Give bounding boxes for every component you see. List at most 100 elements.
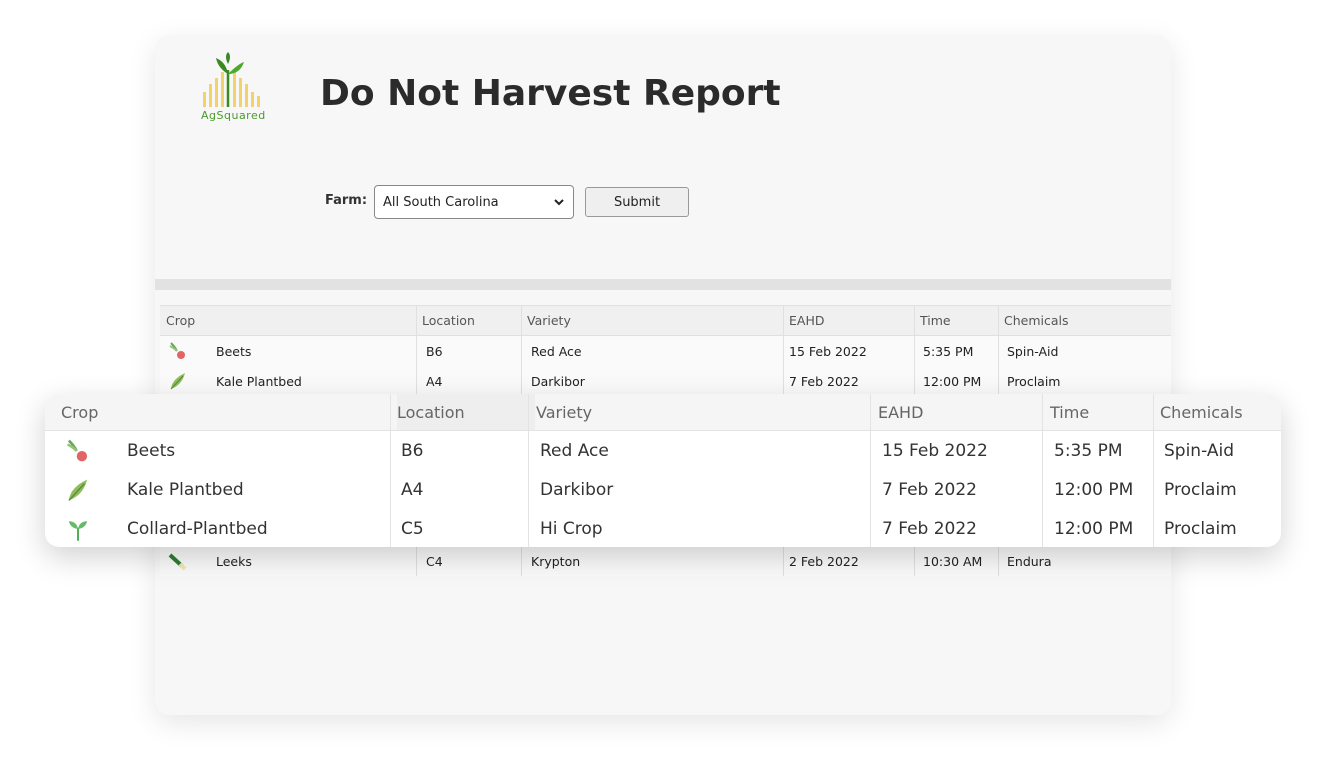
farm-select[interactable]: All South Carolina (374, 185, 574, 219)
cell-chemicals: Proclaim (1164, 518, 1237, 539)
column-divider (416, 546, 417, 576)
column-divider (1153, 509, 1154, 547)
cell-location: A4 (401, 479, 424, 500)
cell-time: 5:35 PM (1054, 440, 1123, 461)
table-row[interactable]: Beets B6 Red Ace 15 Feb 2022 5:35 PM Spin-Aid (160, 336, 1171, 366)
cell-location: C5 (401, 518, 424, 539)
cell-eahd: 15 Feb 2022 (882, 440, 988, 461)
column-divider (783, 546, 784, 576)
column-divider (998, 366, 999, 396)
section-divider (155, 279, 1171, 290)
cell-variety: Hi Crop (540, 518, 603, 539)
header-variety[interactable]: Variety (527, 306, 571, 335)
column-divider (416, 336, 417, 366)
zoom-header-location[interactable]: Location (397, 394, 535, 430)
column-divider (1042, 509, 1043, 547)
cell-location: C4 (426, 553, 443, 569)
cell-variety: Darkibor (540, 479, 614, 500)
kale-leaf-icon (168, 366, 188, 396)
zoom-header-chemicals[interactable]: Chemicals (1160, 394, 1243, 430)
zoom-header-variety[interactable]: Variety (536, 394, 592, 430)
table-row[interactable]: Beets B6 Red Ace 15 Feb 2022 5:35 PM Spin-Aid (45, 431, 1281, 470)
cell-time: 12:00 PM (1054, 479, 1134, 500)
cell-eahd: 7 Feb 2022 (882, 479, 977, 500)
column-divider (870, 509, 871, 547)
header-crop[interactable]: Crop (166, 306, 195, 335)
beet-icon (65, 431, 91, 470)
column-divider (1153, 470, 1154, 509)
logo-bars-icon (203, 52, 260, 107)
cell-location: B6 (426, 343, 443, 359)
column-divider (998, 306, 999, 335)
kale-leaf-icon (65, 470, 91, 509)
cell-crop: Leeks (216, 553, 252, 569)
column-divider (390, 470, 391, 509)
column-divider (416, 366, 417, 396)
header-chemicals[interactable]: Chemicals (1004, 306, 1069, 335)
table-row[interactable]: Kale Plantbed A4 Darkibor 7 Feb 2022 12:00 P… (45, 470, 1281, 509)
cell-crop: Beets (216, 343, 252, 359)
table-header: Crop Location Variety EAHD Time Chemical… (160, 305, 1171, 336)
page-title: Do Not Harvest Report (320, 73, 781, 114)
column-divider (914, 546, 915, 576)
cell-eahd: 2 Feb 2022 (789, 553, 859, 569)
header-eahd[interactable]: EAHD (789, 306, 824, 335)
column-divider (1042, 394, 1043, 430)
cell-location: B6 (401, 440, 424, 461)
beet-icon (168, 336, 188, 366)
cell-crop: Kale Plantbed (127, 479, 244, 500)
column-divider (914, 336, 915, 366)
cell-chemicals: Endura (1007, 553, 1052, 569)
farm-label: Farm: (325, 193, 368, 208)
zoomed-table-callout: Crop Location Variety EAHD Time Chemical… (45, 394, 1281, 547)
cell-chemicals: Proclaim (1007, 373, 1061, 389)
submit-button[interactable]: Submit (585, 187, 689, 217)
cell-eahd: 7 Feb 2022 (789, 373, 859, 389)
cell-time: 12:00 PM (1054, 518, 1134, 539)
cell-time: 12:00 PM (923, 373, 982, 389)
column-divider (783, 366, 784, 396)
cell-chemicals: Proclaim (1164, 479, 1237, 500)
column-divider (783, 306, 784, 335)
cell-chemicals: Spin-Aid (1164, 440, 1234, 461)
cell-variety: Red Ace (531, 343, 582, 359)
cell-eahd: 15 Feb 2022 (789, 343, 867, 359)
column-divider (390, 509, 391, 547)
column-divider (528, 470, 529, 509)
column-divider (416, 306, 417, 335)
header-time[interactable]: Time (920, 306, 951, 335)
zoom-table-header: Crop Location Variety EAHD Time Chemical… (45, 394, 1281, 431)
cell-time: 5:35 PM (923, 343, 974, 359)
header-location[interactable]: Location (422, 306, 475, 335)
column-divider (528, 509, 529, 547)
zoom-header-time[interactable]: Time (1050, 394, 1089, 430)
column-divider (521, 336, 522, 366)
seedling-icon (65, 509, 91, 547)
column-divider (1042, 470, 1043, 509)
zoom-header-crop[interactable]: Crop (61, 394, 98, 430)
table-row[interactable]: Leeks C4 Krypton 2 Feb 2022 10:30 AM Endura (160, 546, 1171, 576)
column-divider (914, 366, 915, 396)
column-divider (1153, 431, 1154, 470)
column-divider (1153, 394, 1154, 430)
column-divider (998, 546, 999, 576)
table-row[interactable]: Collard-Plantbed C5 Hi Crop 7 Feb 2022 12:00… (45, 509, 1281, 547)
column-divider (914, 306, 915, 335)
zoom-header-eahd[interactable]: EAHD (878, 394, 923, 430)
cell-time: 10:30 AM (923, 553, 983, 569)
chevron-down-icon (554, 199, 564, 206)
cell-variety: Darkibor (531, 373, 585, 389)
table-row[interactable]: Kale Plantbed A4 Darkibor 7 Feb 2022 12:00 P… (160, 366, 1171, 396)
column-divider (870, 470, 871, 509)
leek-icon (168, 546, 188, 576)
column-divider (521, 366, 522, 396)
cell-crop: Kale Plantbed (216, 373, 302, 389)
agsquared-logo: AgSquared (185, 47, 305, 127)
column-divider (390, 394, 391, 430)
column-divider (783, 336, 784, 366)
column-divider (870, 394, 871, 430)
cell-variety: Red Ace (540, 440, 609, 461)
column-divider (528, 431, 529, 470)
farm-select-value: All South Carolina (383, 194, 499, 210)
column-divider (521, 306, 522, 335)
